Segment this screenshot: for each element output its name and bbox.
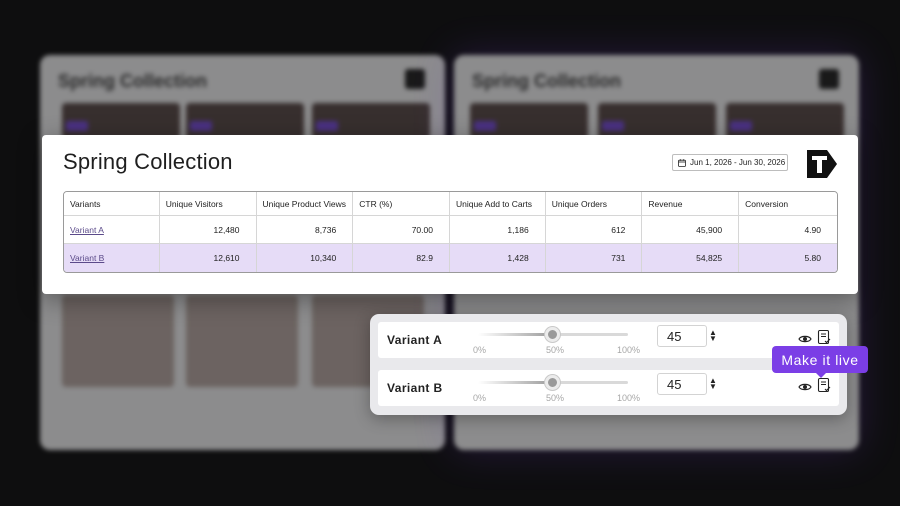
table-row: Variant B 12,610 10,340 82.9 1,428 731 5…: [64, 244, 837, 272]
table-cell: 731: [545, 244, 643, 272]
background-thumbnail: [62, 295, 174, 387]
background-card-title: Spring Collection: [472, 71, 622, 91]
table-cell: 45,900: [642, 216, 740, 244]
split-value-input[interactable]: 45: [657, 325, 707, 347]
background-badge: [730, 121, 752, 131]
table-row: Variant A 12,480 8,736 70.00 1,186 612 4…: [64, 216, 837, 244]
date-range-picker[interactable]: Jun 1, 2026 - Jun 30, 2026: [672, 154, 788, 171]
slider-tick-label: 0%: [473, 345, 487, 355]
eye-icon[interactable]: [798, 380, 812, 394]
calendar-icon: [678, 158, 686, 167]
background-card-title: Spring Collection: [58, 71, 208, 91]
background-logo-icon: [405, 69, 425, 89]
variant-label: Variant A: [387, 333, 443, 347]
table-cell: 10,340: [256, 244, 354, 272]
column-header: CTR (%): [353, 192, 450, 216]
variant-label: Variant B: [387, 381, 443, 395]
slider-tick-label: 50%: [546, 393, 565, 403]
background-badge: [474, 121, 496, 131]
background-thumbnail: [186, 295, 298, 387]
table-cell: 5.80: [739, 244, 837, 272]
slider-tick-label: 100%: [617, 345, 641, 355]
variant-link[interactable]: Variant A: [70, 225, 104, 235]
table-cell: 82.9: [353, 244, 450, 272]
background-badge: [602, 121, 624, 131]
column-header: Unique Orders: [545, 192, 643, 216]
column-header: Revenue: [642, 192, 740, 216]
variant-b-split-row: Variant B 0% 50% 100% 45 ▲ ▼: [378, 370, 839, 406]
column-header: Variants: [64, 192, 160, 216]
slider-tick-label: 0%: [473, 393, 487, 403]
background-badge: [316, 121, 338, 131]
table-cell: 612: [545, 216, 643, 244]
variant-link[interactable]: Variant B: [70, 253, 104, 263]
column-header: Unique Visitors: [159, 192, 257, 216]
background-badge: [66, 121, 88, 131]
traffic-slider-handle[interactable]: [545, 327, 560, 342]
table-cell: 1,186: [449, 216, 546, 244]
column-header: Unique Product Views: [256, 192, 354, 216]
table-cell: 12,480: [159, 216, 257, 244]
document-check-icon[interactable]: [817, 377, 831, 393]
table-cell: 70.00: [353, 216, 450, 244]
experiment-results-panel: Spring Collection Jun 1, 2026 - Jun 30, …: [42, 135, 858, 294]
variant-cell: Variant B: [64, 244, 160, 272]
stage: Spring Collection Spring Collection Spri…: [0, 0, 900, 506]
table-cell: 8,736: [256, 216, 354, 244]
table-cell: 4.90: [739, 216, 837, 244]
background-badge: [190, 121, 212, 131]
table-cell: 54,825: [642, 244, 740, 272]
results-table: Variants Unique Visitors Unique Product …: [63, 191, 838, 273]
brand-logo-icon: [807, 150, 837, 178]
eye-icon[interactable]: [798, 332, 812, 346]
make-it-live-tooltip: Make it live: [772, 346, 868, 378]
variant-a-split-row: Variant A 0% 50% 100% 45 ▲ ▼: [378, 322, 839, 358]
date-range-text: Jun 1, 2026 - Jun 30, 2026: [690, 158, 786, 167]
table-header-row: Variants Unique Visitors Unique Product …: [64, 192, 837, 216]
background-logo-icon: [819, 69, 839, 89]
column-header: Unique Add to Carts: [449, 192, 546, 216]
table-cell: 1,428: [449, 244, 546, 272]
table-cell: 12,610: [159, 244, 257, 272]
traffic-slider-handle[interactable]: [545, 375, 560, 390]
spinner-arrows-icon[interactable]: ▲ ▼: [709, 377, 717, 391]
column-header: Conversion: [739, 192, 837, 216]
spinner-arrows-icon[interactable]: ▲ ▼: [709, 329, 717, 343]
page-title: Spring Collection: [63, 149, 233, 174]
split-value-input[interactable]: 45: [657, 373, 707, 395]
document-check-icon[interactable]: [817, 329, 831, 345]
slider-tick-label: 50%: [546, 345, 565, 355]
variant-cell: Variant A: [64, 216, 160, 244]
slider-tick-label: 100%: [617, 393, 641, 403]
